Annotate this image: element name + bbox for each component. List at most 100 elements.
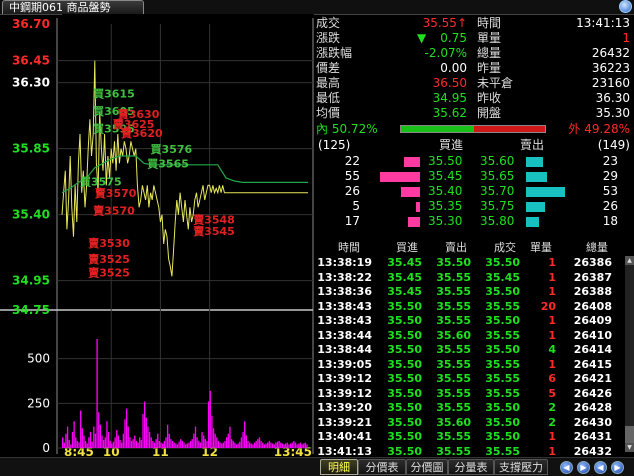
volume-bar [285,443,287,448]
tick-price: 35.45 [485,270,520,284]
volume-bar [250,443,252,448]
volume-bar [212,428,215,448]
tick-row[interactable]: 13:39:21 35.50 35.60 35.50 2 26430 [316,416,634,431]
tick-time: 13:39:12 [317,372,372,385]
volume-bar [216,437,218,448]
prev-icon[interactable]: ◀ [560,461,573,474]
quote-label: 最低 [316,91,341,105]
volume-bar [171,440,174,448]
ask-price[interactable]: 35.80 [480,214,514,229]
volume-bar [170,439,172,448]
quote-label: 單量 [477,31,502,45]
tick-row[interactable]: 13:38:43 35.50 35.55 35.50 1 26409 [316,314,634,329]
tab-detail[interactable]: 明細 [320,459,358,475]
tick-row[interactable]: 13:39:05 35.50 35.55 35.55 1 26415 [316,358,634,373]
tick-row[interactable]: 13:38:43 35.50 35.55 35.55 20 26408 [316,300,634,315]
tick-row[interactable]: 13:38:44 35.50 35.55 35.50 4 26414 [316,343,634,358]
volume-bar [116,430,118,448]
quote-label: 昨收 [477,91,502,105]
zoom-icon[interactable] [619,0,632,13]
first-icon[interactable]: ◀ [594,461,607,474]
tick-row[interactable]: 13:39:12 35.50 35.55 35.55 6 26421 [316,372,634,387]
tab-support-resistance[interactable]: 支撐壓力 [494,459,548,475]
in-label: 內 50.72% [316,122,378,136]
volume-bar [155,439,157,448]
quote-row: 價差 0.00 昨量 36223 [316,61,634,76]
bid-quantity: 22 [344,154,360,168]
ask-price[interactable]: 35.60 [480,154,514,169]
tick-total-volume: 26426 [573,386,612,400]
volume-bar [68,440,70,448]
ask-price[interactable]: 35.70 [480,184,514,199]
ask-volume-bar [526,172,547,182]
quote-value: 0.00 [440,61,467,76]
tick-row[interactable]: 13:38:19 35.45 35.50 35.50 1 26386 [316,256,634,271]
price-axis-tick-label: 36.30 [12,76,50,90]
tick-total-volume: 26415 [573,357,612,371]
volume-bar [62,437,64,448]
ask-price[interactable]: 35.75 [480,199,514,214]
volume-bar [147,426,149,448]
volume-bar [245,435,247,448]
quote-label: 漲跌幅 [316,46,353,60]
next-icon[interactable]: ▶ [577,461,590,474]
quote-label: 開盤 [477,106,502,120]
bid-price[interactable]: 35.50 [428,154,462,169]
in-out-ratio: 內 50.72% 外 49.28% [316,122,634,136]
bid-volume-bar [401,187,420,197]
trade-annotation: 賣3525 [87,265,130,279]
volume-bar [94,433,97,448]
tick-bid: 35.50 [387,415,422,429]
volume-bar [262,442,264,448]
tick-row[interactable]: 13:39:20 35.50 35.55 35.50 2 26428 [316,401,634,416]
last-icon[interactable]: ▶ [611,461,624,474]
tick-row[interactable]: 13:39:12 35.50 35.55 35.55 5 26426 [316,387,634,402]
volume-bar [181,440,184,448]
tick-price: 35.50 [485,256,520,269]
volume-bar [80,410,82,448]
order-book-row: 5 35.35 35.75 26 [316,199,634,214]
tick-row[interactable]: 13:38:44 35.50 35.60 35.55 1 26410 [316,329,634,344]
bid-total: (125) [318,138,351,152]
volume-bar [186,443,188,448]
volume-bar [276,441,279,448]
volume-bar [301,444,303,448]
scroll-up-icon[interactable]: ▲ [625,256,634,265]
bid-price[interactable]: 35.40 [428,184,462,199]
bid-price[interactable]: 35.30 [428,214,462,229]
tick-total-volume: 26421 [573,372,612,385]
tick-column-header: 成交 [494,241,516,254]
tick-row[interactable]: 13:38:36 35.45 35.55 35.50 1 26388 [316,285,634,300]
quote-value: 36223 [591,61,630,75]
tick-total-volume: 26430 [573,415,612,429]
intraday-chart: 36.7036.4536.3035.8535.4034.9534.758:45 1… [0,14,314,457]
quote-label: 昨量 [477,61,502,75]
bid-price[interactable]: 35.35 [428,199,462,214]
volume-bar [283,444,285,448]
volume-bar [296,444,298,448]
volume-bar [306,444,308,448]
volume-bar [107,431,110,448]
tick-time: 13:39:05 [317,357,372,371]
tick-table[interactable]: 13:38:19 35.45 35.50 35.50 1 26386 13:38:22 35.… [316,256,634,458]
tab-price-table[interactable]: 分價表 [358,459,406,475]
volume-bar [65,433,67,448]
tick-row[interactable]: 13:38:22 35.45 35.55 35.45 1 26387 [316,271,634,286]
scroll-thumb[interactable] [625,426,634,444]
volume-bar [89,431,92,448]
tick-price: 35.50 [485,285,520,298]
tick-row[interactable]: 13:40:41 35.50 35.55 35.50 1 26431 [316,430,634,445]
tick-column-header: 總量 [586,241,608,254]
ask-price[interactable]: 35.65 [480,169,514,184]
tab-volume-table[interactable]: 分量表 [448,459,494,475]
volume-bar [119,440,121,448]
tab-price-chart[interactable]: 分價圖 [406,459,448,475]
scroll-down-icon[interactable]: ▼ [625,443,634,452]
window-tab[interactable]: 中鋼期061 商品盤勢 [2,0,144,14]
ratio-bar [400,125,546,133]
tick-scrollbar[interactable]: ▲ ▼ [625,256,634,452]
volume-bar [206,440,208,448]
volume-bar [122,433,124,448]
tick-ask: 35.55 [436,430,471,443]
bid-price[interactable]: 35.45 [428,169,462,184]
